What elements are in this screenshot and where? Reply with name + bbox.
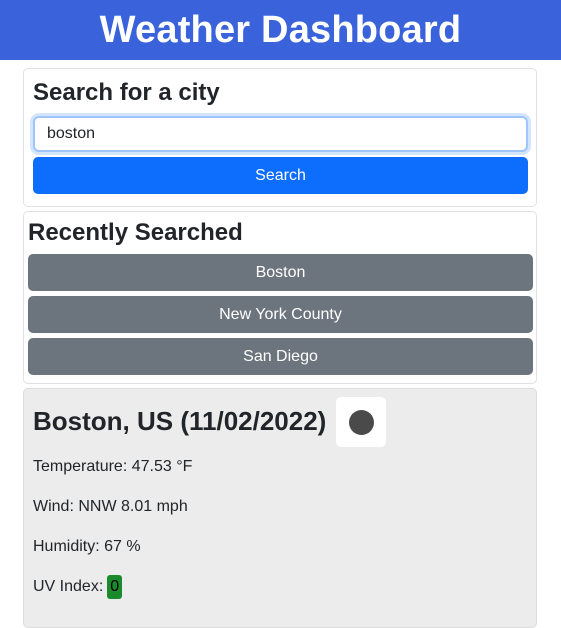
weather-dot-icon xyxy=(348,409,374,435)
search-heading: Search for a city xyxy=(33,79,220,106)
current-weather-panel: Boston, US (11/02/2022) Temperature: 47.… xyxy=(23,388,537,628)
humidity-text: Humidity: 67 % xyxy=(33,538,141,555)
search-panel: Search for a city Search xyxy=(23,68,537,207)
search-button[interactable]: Search xyxy=(33,157,528,194)
app-header: Weather Dashboard xyxy=(0,0,561,60)
uv-index-badge: 0 xyxy=(107,575,123,599)
current-city-title: Boston, US (11/02/2022) xyxy=(33,406,327,436)
weather-condition-icon xyxy=(336,397,386,447)
uv-index-label: UV Index: xyxy=(33,578,104,595)
city-search-input[interactable] xyxy=(33,116,528,152)
page-title: Weather Dashboard xyxy=(99,8,462,51)
recent-searches-panel: Recently Searched Boston New York County… xyxy=(23,211,537,384)
wind-text: Wind: NNW 8.01 mph xyxy=(33,498,188,515)
temperature-text: Temperature: 47.53 °F xyxy=(33,458,193,475)
uv-index-row: UV Index: 0 xyxy=(33,575,123,599)
recent-city-button[interactable]: Boston xyxy=(28,254,533,291)
recent-heading: Recently Searched xyxy=(28,219,243,246)
recent-city-button[interactable]: San Diego xyxy=(28,338,533,375)
recent-city-button[interactable]: New York County xyxy=(28,296,533,333)
